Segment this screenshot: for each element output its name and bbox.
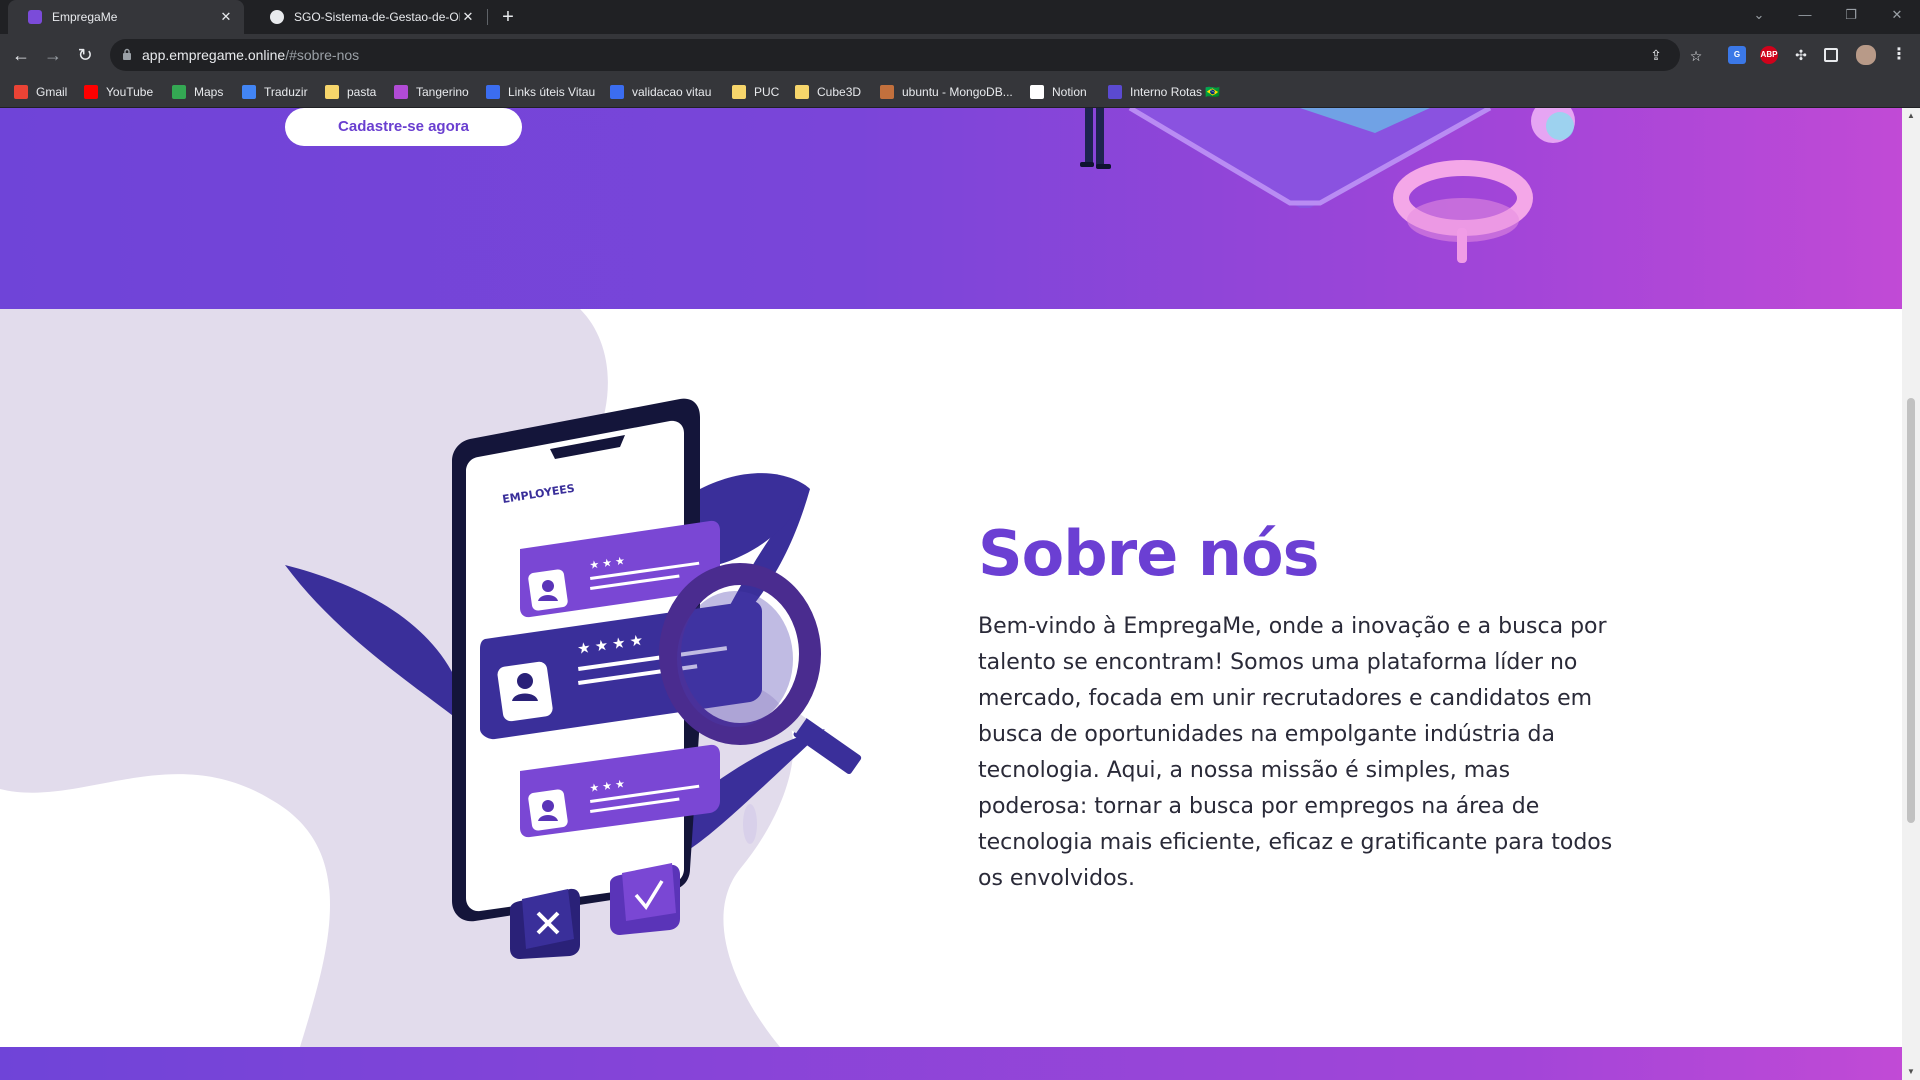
minimize-button[interactable]: — [1782,0,1828,34]
bookmark-item[interactable]: Links úteis Vitau [486,82,595,102]
page-scrollbar[interactable]: ▲ ▼ [1902,108,1920,1080]
bookmarks-bar: Gmail YouTube Maps Traduzir pasta Tangerino Li… [0,76,1920,108]
about-title: Sobre nós [978,517,1319,590]
bookmark-item[interactable]: Gmail [14,82,67,102]
reload-button[interactable]: ↻ [72,42,98,68]
bookmark-label: Gmail [36,85,68,99]
extensions-puzzle-icon[interactable]: ✣ [1792,46,1810,64]
hero-section: Cadastre-se agora [0,108,1902,309]
menu-kebab-icon[interactable]: ⋮ [1890,46,1908,64]
rotas-icon [1108,85,1122,99]
bookmark-label: Traduzir [264,85,308,99]
tangerino-icon [394,85,408,99]
close-tab-icon[interactable]: ✕ [218,9,234,25]
restore-button[interactable]: ❐ [1828,0,1874,34]
address-bar[interactable]: app.empregame.online/#sobre-nos ⇪ [110,39,1680,71]
profile-avatar[interactable] [1856,45,1876,65]
scrollbar-thumb[interactable] [1907,398,1915,823]
bookmark-label: ubuntu - MongoDB... [902,85,1013,99]
ubuntu-icon [880,85,894,99]
bookmark-label: pasta [347,85,377,99]
gmail-icon [14,85,28,99]
page-viewport: Cadastre-se agora EMPLOYEES ★ ★ ★ ★ ★ ★ … [0,108,1920,1080]
bookmark-label: YouTube [106,85,154,99]
bookmark-label: validacao vitau [632,85,712,99]
notion-icon [1030,85,1044,99]
signup-now-button[interactable]: Cadastre-se agora [285,108,522,146]
url-host: app.empregame.online [142,47,286,63]
about-section: EMPLOYEES ★ ★ ★ ★ ★ ★ ★ ★ ★ ★ Sobre nós … [0,309,1902,1047]
empregame-favicon-icon [28,10,42,24]
bookmark-label: Interno Rotas 🇧🇷 [1130,85,1221,99]
tab-search-icon[interactable]: ⌄ [1736,0,1782,34]
tab-title: EmpregaMe [52,10,118,24]
bookmark-label: Tangerino [416,85,469,99]
close-tab-icon[interactable]: ✕ [460,9,476,25]
folder-icon [732,85,746,99]
bookmark-item[interactable]: Cube3D [795,82,861,102]
bookmark-item[interactable]: Traduzir [242,82,308,102]
bookmark-item[interactable]: PUC [732,82,779,102]
scroll-down-arrow-icon[interactable]: ▼ [1902,1064,1920,1080]
forward-button[interactable]: → [40,42,66,68]
bookmark-label: Notion [1052,85,1087,99]
bookmark-item[interactable]: pasta [325,82,376,102]
tab-title: SGO-Sistema-de-Gestao-de-ON [294,10,460,24]
bookmark-label: Links úteis Vitau [508,85,596,99]
url-path: /#sobre-nos [285,47,360,63]
back-button[interactable]: ← [8,42,34,68]
side-panel-icon[interactable] [1824,48,1838,62]
bookmark-item[interactable]: Interno Rotas 🇧🇷 [1108,82,1220,102]
vitau-icon [610,85,624,99]
tab-separator [487,9,488,25]
close-window-button[interactable]: ✕ [1874,0,1920,34]
browser-toolbar: ← → ↻ app.empregame.online/#sobre-nos ⇪ … [0,34,1920,76]
translate-icon [242,85,256,99]
tab-empregame[interactable]: EmpregaMe ✕ [8,0,244,34]
tab-github[interactable]: SGO-Sistema-de-Gestao-de-ON ✕ [250,0,486,34]
bookmark-item[interactable]: Tangerino [394,82,469,102]
bookmark-label: PUC [754,85,780,99]
vitau-icon [486,85,500,99]
bookmark-label: Cube3D [817,85,862,99]
share-icon[interactable]: ⇪ [1646,45,1666,65]
lock-icon[interactable] [122,48,132,61]
bookmark-item[interactable]: Notion [1030,82,1087,102]
bookmark-item[interactable]: YouTube [84,82,153,102]
browser-tab-bar: EmpregaMe ✕ SGO-Sistema-de-Gestao-de-ON … [0,0,1920,34]
maps-icon [172,85,186,99]
new-tab-button[interactable]: + [496,5,520,29]
adblock-extension-icon[interactable]: ABP [1760,46,1778,64]
about-description: Bem-vindo à EmpregaMe, onde a inovação e… [978,614,1613,891]
next-section-band [0,1047,1902,1080]
scroll-up-arrow-icon[interactable]: ▲ [1902,108,1920,124]
hero-illustration [1080,108,1575,263]
bookmark-label: Maps [194,85,224,99]
folder-icon [795,85,809,99]
translate-extension-icon[interactable]: G [1728,46,1746,64]
url-text: app.empregame.online/#sobre-nos [142,47,359,63]
bookmark-item[interactable]: ubuntu - MongoDB... [880,82,1013,102]
youtube-icon [84,85,98,99]
bookmark-item[interactable]: Maps [172,82,223,102]
bookmark-star-icon[interactable]: ☆ [1686,46,1706,66]
folder-icon [325,85,339,99]
bookmark-item[interactable]: validacao vitau [610,82,711,102]
github-favicon-icon [270,10,284,24]
